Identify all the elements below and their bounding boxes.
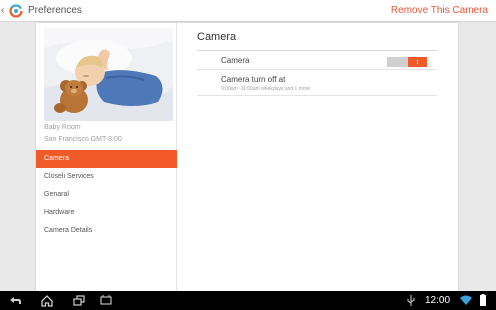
left-pane: Baby Room San Francisco GMT-8:00 Camera … xyxy=(36,23,177,291)
turn-off-title: Camera turn off at xyxy=(221,75,286,84)
system-bar: 12:00 xyxy=(0,291,496,310)
battery-icon xyxy=(480,294,486,306)
wifi-icon xyxy=(460,295,472,305)
screenshot-icon[interactable] xyxy=(99,294,113,307)
nav-item-camera-details[interactable]: Camera Details xyxy=(36,222,177,240)
camera-name: Baby Room xyxy=(44,124,81,131)
usb-icon xyxy=(407,295,415,306)
preferences-nav: Camera Closeli Services Genaral Hardware… xyxy=(36,150,177,240)
closeli-logo-icon[interactable] xyxy=(9,4,23,18)
camera-toggle-row: Camera xyxy=(197,53,437,70)
nav-item-hardware[interactable]: Hardware xyxy=(36,204,177,222)
recent-apps-icon[interactable] xyxy=(72,294,86,307)
home-icon[interactable] xyxy=(40,294,54,307)
clock-time: 12:00 xyxy=(425,295,451,306)
up-caret-icon[interactable]: ‹ xyxy=(1,5,9,17)
nav-item-closeli-services[interactable]: Closeli Services xyxy=(36,168,177,186)
preferences-card: Baby Room San Francisco GMT-8:00 Camera … xyxy=(36,23,458,291)
turn-off-schedule-row[interactable]: Camera turn off at 9:00am -11:00am weekd… xyxy=(197,71,437,96)
remove-camera-button[interactable]: Remove This Camera xyxy=(391,4,488,18)
settings-pane: Camera Camera Camera turn off at 9:00am … xyxy=(177,23,458,291)
toggle-knob xyxy=(408,57,427,67)
back-icon[interactable] xyxy=(8,294,22,307)
camera-toggle-switch[interactable] xyxy=(387,57,427,67)
nav-item-general[interactable]: Genaral xyxy=(36,186,177,204)
nav-item-camera[interactable]: Camera xyxy=(36,150,177,168)
camera-toggle-label: Camera xyxy=(221,56,250,65)
turn-off-subtitle: 9:00am -11:00am weekdays and 1 more xyxy=(221,86,311,92)
camera-thumbnail xyxy=(44,28,173,121)
heading-divider xyxy=(197,50,437,51)
action-bar: ‹ Preferences Remove This Camera xyxy=(0,0,496,22)
section-heading: Camera xyxy=(197,31,237,43)
page-title: Preferences xyxy=(28,5,82,16)
camera-timezone: San Francisco GMT-8:00 xyxy=(44,136,122,143)
